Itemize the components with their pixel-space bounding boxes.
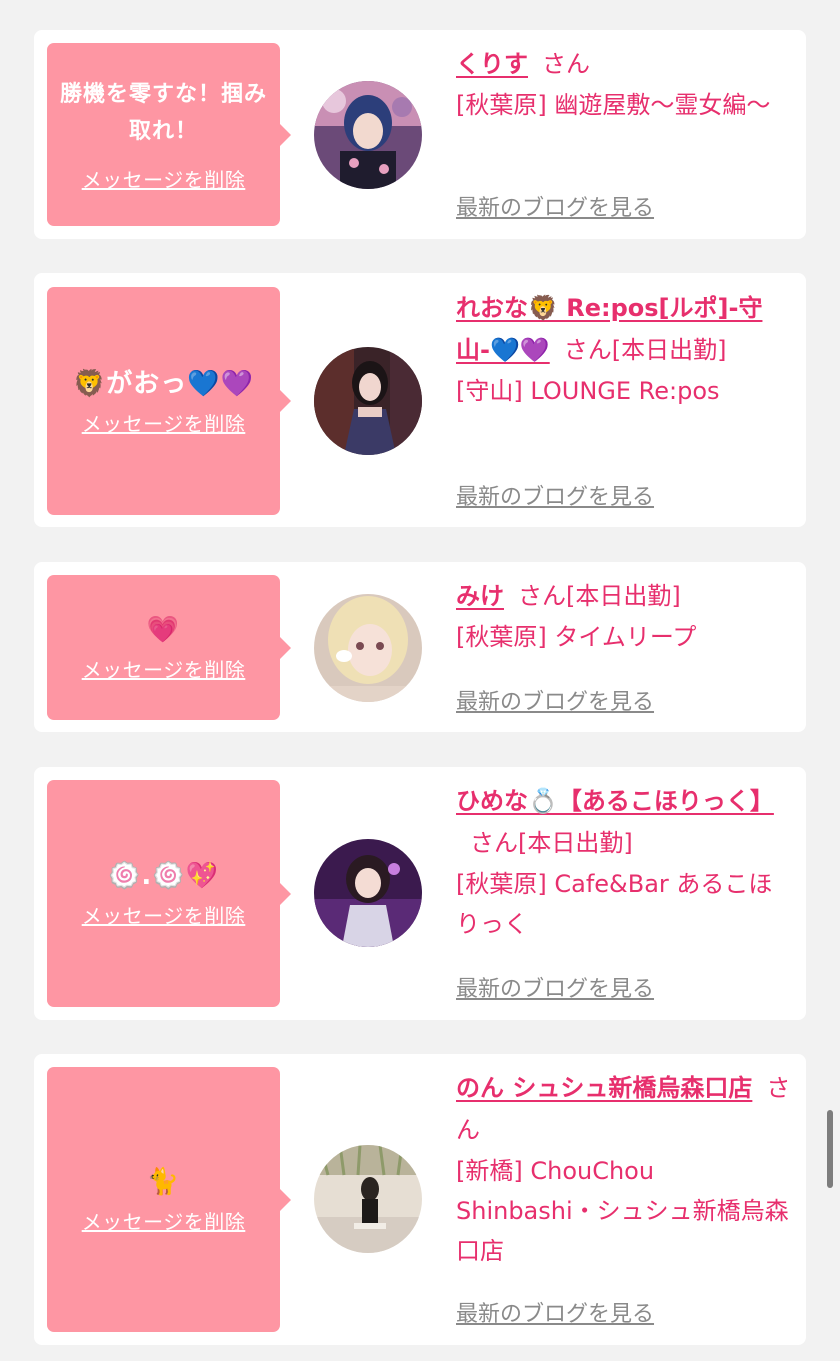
- avatar[interactable]: [314, 594, 422, 702]
- cast-name-line: れおな🦁 Re:pos[ルポ]-守山-💙💜 さん[本日出勤]: [456, 287, 796, 371]
- cast-info: みけ さん[本日出勤] [秋葉原] タイムリープ: [456, 575, 796, 657]
- cast-name-line: のん シュシュ新橋烏森口店 さん: [456, 1067, 796, 1151]
- cast-name-link[interactable]: みけ: [456, 582, 504, 610]
- message-text: 🦁がおっ💙💜: [72, 368, 255, 399]
- message-bubble: 💗 メッセージを削除: [47, 575, 291, 720]
- cast-info: くりす さん [秋葉原] 幽遊屋敷〜霊女編〜: [456, 43, 796, 125]
- shop-text: [秋葉原] タイムリープ: [456, 623, 697, 651]
- delete-message-link[interactable]: メッセージを削除: [82, 408, 246, 437]
- message-card: 🦁がおっ💙💜 メッセージを削除 れおな🦁 Re:pos[ルポ]-守山-💙💜 さん[…: [34, 273, 806, 527]
- cast-name-link[interactable]: ひめな💍【あるこほりっく】: [456, 787, 774, 815]
- delete-message-link[interactable]: メッセージを削除: [82, 900, 246, 929]
- san-label: さん: [563, 336, 612, 364]
- avatar[interactable]: [314, 1145, 422, 1253]
- latest-blog-link[interactable]: 最新のブログを見る: [456, 479, 654, 511]
- cast-name-link[interactable]: くりす: [456, 50, 528, 78]
- cast-name-line: みけ さん[本日出勤]: [456, 575, 796, 617]
- delete-message-link[interactable]: メッセージを削除: [82, 1206, 246, 1235]
- message-text: 勝機を零すな！掴み取れ！: [59, 82, 267, 144]
- message-card: 💗 メッセージを削除 みけ さん[本日出勤] [秋葉原] タイムリープ 最新のブロ…: [34, 562, 806, 732]
- message-text: 🍥.🍥💖: [108, 861, 219, 891]
- shop-text: [新橋] ChouChou Shinbashi・シュシュ新橋烏森口店: [456, 1157, 789, 1265]
- latest-blog-link[interactable]: 最新のブログを見る: [456, 1296, 654, 1328]
- cast-info: のん シュシュ新橋烏森口店 さん [新橋] ChouChou Shinbashi・…: [456, 1067, 796, 1271]
- shop-text: [秋葉原] 幽遊屋敷〜霊女編〜: [456, 91, 771, 119]
- scrollbar[interactable]: [827, 1110, 833, 1188]
- cast-info: ひめな💍【あるこほりっく】さん[本日出勤] [秋葉原] Cafe&Bar あるこ…: [456, 780, 796, 944]
- cast-info: れおな🦁 Re:pos[ルポ]-守山-💙💜 さん[本日出勤] [守山] LOUNG…: [456, 287, 796, 411]
- delete-message-link[interactable]: メッセージを削除: [82, 164, 246, 193]
- cast-name-line: くりす さん: [456, 43, 796, 85]
- status-text: [本日出勤]: [611, 336, 727, 364]
- san-label: さん: [542, 50, 590, 78]
- status-text: [本日出勤]: [566, 582, 681, 610]
- message-card: 勝機を零すな！掴み取れ！ メッセージを削除 くりす さん [秋葉原] 幽遊屋敷〜霊…: [34, 30, 806, 239]
- message-text: 💗: [146, 615, 181, 645]
- message-bubble: 勝機を零すな！掴み取れ！ メッセージを削除: [47, 43, 291, 226]
- message-card: 🍥.🍥💖 メッセージを削除 ひめな💍【あるこほりっく】さん[本日出勤] [秋葉原…: [34, 767, 806, 1020]
- shop-text: [守山] LOUNGE Re:pos: [456, 377, 720, 405]
- latest-blog-link[interactable]: 最新のブログを見る: [456, 190, 654, 222]
- san-label: さん: [470, 829, 518, 857]
- status-text: [本日出勤]: [518, 829, 633, 857]
- avatar[interactable]: [314, 347, 422, 455]
- san-label: さん: [518, 582, 566, 610]
- message-bubble: 🦁がおっ💙💜 メッセージを削除: [47, 287, 291, 515]
- avatar[interactable]: [314, 81, 422, 189]
- cast-name-line: ひめな💍【あるこほりっく】さん[本日出勤]: [456, 780, 796, 864]
- cast-name-link[interactable]: のん シュシュ新橋烏森口店: [456, 1074, 752, 1102]
- delete-message-link[interactable]: メッセージを削除: [82, 654, 246, 683]
- message-bubble: 🐈 メッセージを削除: [47, 1067, 291, 1332]
- latest-blog-link[interactable]: 最新のブログを見る: [456, 971, 654, 1003]
- avatar[interactable]: [314, 839, 422, 947]
- message-card: 🐈 メッセージを削除 のん シュシュ新橋烏森口店 さん [新橋] ChouChou…: [34, 1054, 806, 1345]
- message-text: 🐈: [146, 1167, 181, 1197]
- latest-blog-link[interactable]: 最新のブログを見る: [456, 684, 654, 716]
- message-bubble: 🍥.🍥💖 メッセージを削除: [47, 780, 291, 1007]
- shop-text: [秋葉原] Cafe&Bar あるこほりっく: [456, 870, 773, 938]
